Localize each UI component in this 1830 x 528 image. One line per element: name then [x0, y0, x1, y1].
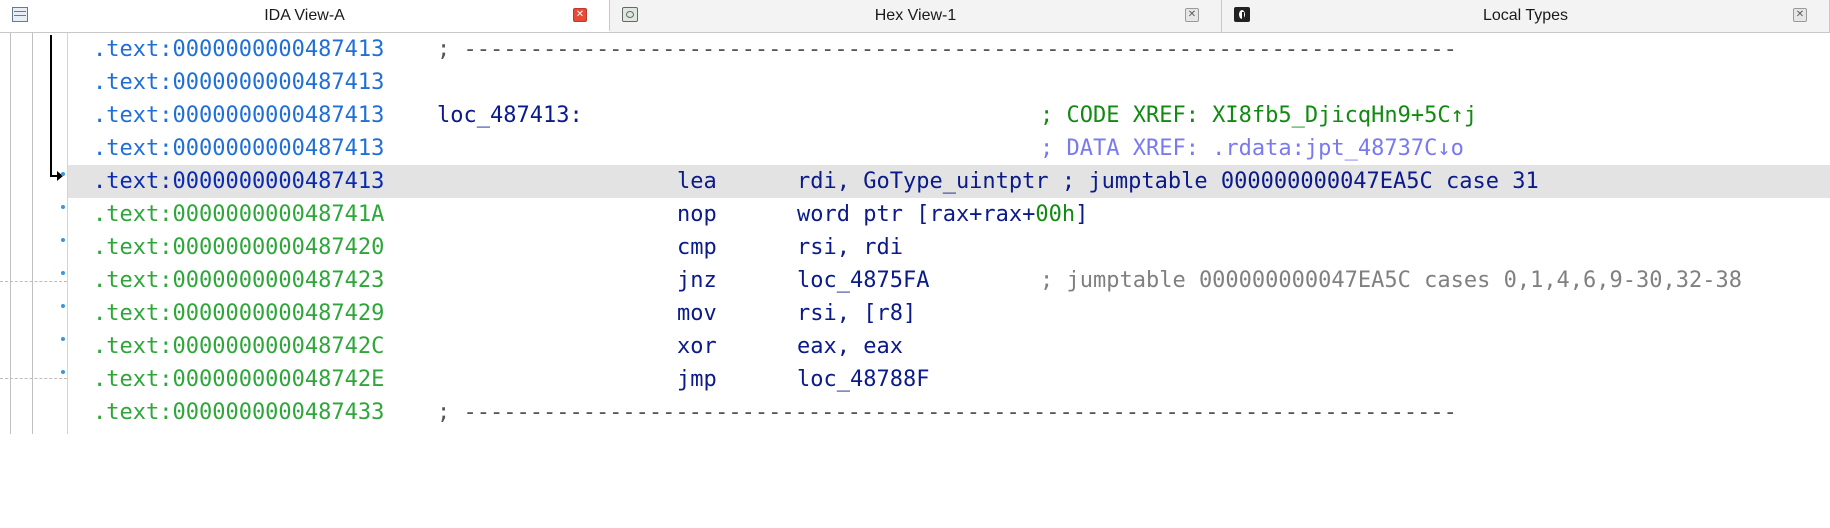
address[interactable]: .text:0000000000487429 [93, 297, 384, 330]
mnemonic[interactable]: lea [677, 165, 717, 198]
gutter-divider [0, 281, 67, 283]
mnemonic[interactable]: cmp [677, 231, 717, 264]
address[interactable]: .text:000000000048741A [93, 198, 384, 231]
listing-row[interactable]: .text:000000000048741A nop word ptr [rax… [68, 198, 1830, 231]
operands-text: ] [1075, 202, 1089, 227]
operands[interactable]: loc_48788F [797, 363, 929, 396]
listing-row[interactable]: .text:0000000000487429 mov rsi, [r8] [68, 297, 1830, 330]
tab-label: Local Types [1482, 7, 1569, 24]
instruction-dot-icon [61, 337, 65, 341]
operands[interactable]: rsi, [r8] [797, 297, 916, 330]
tab-label: IDA View-A [264, 7, 345, 24]
instruction-dot-icon [61, 304, 65, 308]
gutter-guide-line [32, 33, 33, 434]
flow-arrow-gutter [0, 33, 68, 434]
address[interactable]: .text:0000000000487420 [93, 231, 384, 264]
listing-row[interactable]: .text:0000000000487420 cmp rsi, rdi [68, 231, 1830, 264]
mnemonic[interactable]: jnz [677, 264, 717, 297]
operands[interactable]: rdi, GoType_uintptr ; jumptable 00000000… [797, 165, 1539, 198]
separator-comment: ; --------------------------------------… [437, 400, 1457, 425]
jump-arrow-line [50, 35, 52, 176]
listing-row[interactable]: .text:000000000048742C xor eax, eax [68, 330, 1830, 363]
listing-row[interactable]: .text:0000000000487413 ; ---------------… [68, 33, 1830, 66]
tab-label: Hex View-1 [874, 7, 957, 24]
operands[interactable]: eax, eax [797, 330, 903, 363]
disassembly-listing[interactable]: .text:0000000000487413 ; ---------------… [68, 33, 1830, 434]
mnemonic[interactable]: jmp [677, 363, 717, 396]
mnemonic[interactable]: xor [677, 330, 717, 363]
listing-row[interactable]: .text:0000000000487433 ; ---------------… [68, 396, 1830, 429]
instruction-dot-icon [61, 205, 65, 209]
address[interactable]: .text:0000000000487413 [93, 99, 384, 132]
address[interactable]: .text:0000000000487423 [93, 264, 384, 297]
address[interactable]: .text:0000000000487413 [93, 132, 384, 165]
mnemonic[interactable]: mov [677, 297, 717, 330]
operands[interactable]: word ptr [rax+rax+00h] [797, 198, 1088, 231]
gutter-divider [0, 378, 67, 380]
code-label[interactable]: loc_487413: [437, 99, 583, 132]
code-xref-comment[interactable]: ; CODE XREF: XI8fb5_DjicqHn9+5C↑j [1040, 99, 1477, 132]
address[interactable]: .text:000000000048742E [93, 363, 384, 396]
data-xref-comment[interactable]: ; DATA XREF: .rdata:jpt_48737C↓o [1040, 132, 1464, 165]
separator-comment: ; --------------------------------------… [437, 37, 1457, 62]
listing-row[interactable]: .text:0000000000487413 [68, 66, 1830, 99]
listing-row[interactable]: .text:0000000000487413 loc_487413: ; COD… [68, 99, 1830, 132]
instruction-dot-icon [61, 238, 65, 242]
tab-hex-view-1[interactable]: Hex View-1 ✕ [610, 0, 1222, 32]
tab-local-types[interactable]: Local Types ✕ [1222, 0, 1830, 32]
operands[interactable]: loc_4875FA [797, 264, 929, 297]
address[interactable]: .text:000000000048742C [93, 330, 384, 363]
instruction-dot-icon [61, 271, 65, 275]
instruction-dot-icon [61, 172, 65, 176]
close-icon[interactable]: ✕ [573, 8, 587, 22]
view-tab-bar: IDA View-A ✕ Hex View-1 ✕ Local Types ✕ [0, 0, 1830, 33]
listing-row[interactable]: .text:000000000048742E jmp loc_48788F [68, 363, 1830, 396]
listing-row-current[interactable]: .text:0000000000487413 lea rdi, GoType_u… [68, 165, 1830, 198]
close-icon[interactable]: ✕ [1185, 8, 1199, 22]
operand-number[interactable]: 00h [1035, 202, 1075, 227]
address[interactable]: .text:0000000000487433 [93, 396, 384, 429]
listing-row[interactable]: .text:0000000000487423 jnz loc_4875FA ; … [68, 264, 1830, 297]
jumptable-comment: ; jumptable 000000000047EA5C case 31 [1048, 169, 1539, 194]
operands[interactable]: rsi, rdi [797, 231, 903, 264]
tab-ida-view-a[interactable]: IDA View-A ✕ [0, 0, 610, 32]
operands-text[interactable]: rdi, GoType_uintptr [797, 169, 1049, 194]
operands-text[interactable]: word ptr [rax+rax+ [797, 202, 1035, 227]
address[interactable]: .text:0000000000487413 [93, 66, 384, 99]
jumptable-comment: ; jumptable 000000000047EA5C cases 0,1,4… [1040, 268, 1742, 293]
close-icon[interactable]: ✕ [1793, 8, 1807, 22]
address[interactable]: .text:0000000000487413 [93, 33, 384, 66]
instruction-dot-icon [61, 370, 65, 374]
listing-row[interactable]: .text:0000000000487413 ; DATA XREF: .rda… [68, 132, 1830, 165]
mnemonic[interactable]: nop [677, 198, 717, 231]
gutter-guide-line [10, 33, 11, 434]
address[interactable]: .text:0000000000487413 [93, 165, 384, 198]
